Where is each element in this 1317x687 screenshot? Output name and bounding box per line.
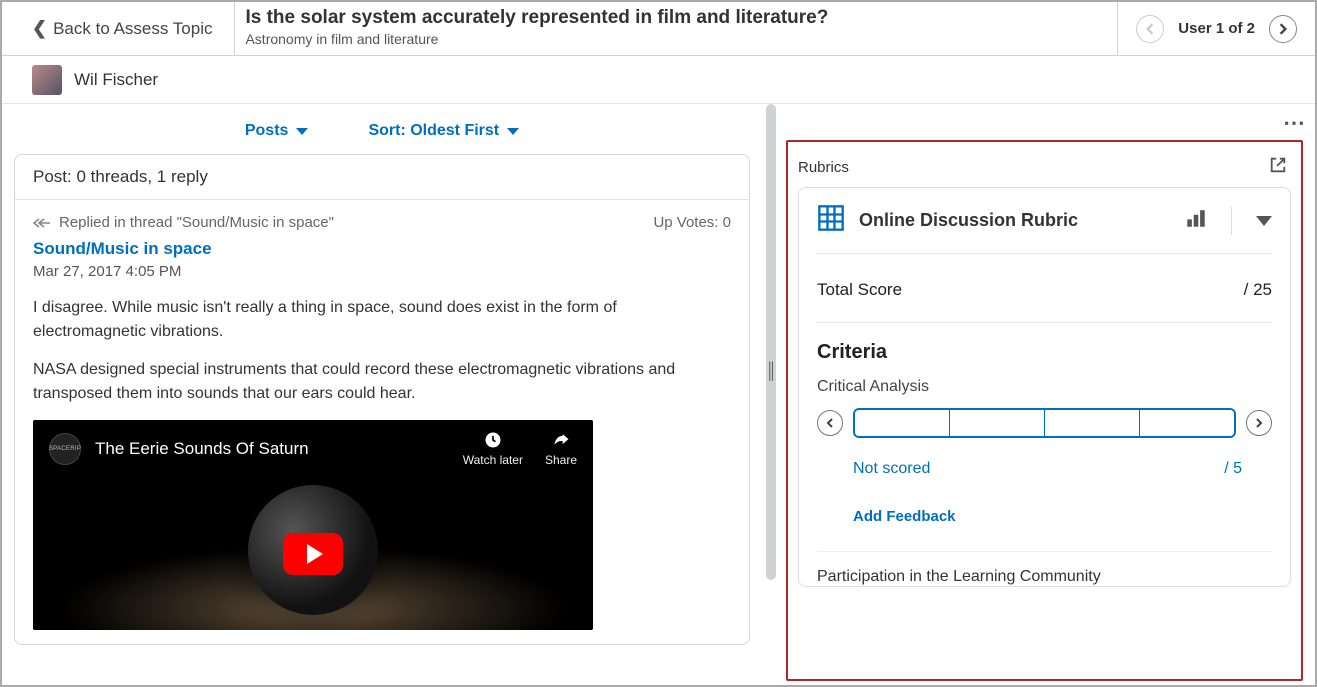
statistics-button[interactable] [1185, 207, 1207, 234]
prev-user-button[interactable] [1136, 15, 1164, 43]
back-to-assess-topic-link[interactable]: ❮ Back to Assess Topic [2, 2, 234, 55]
total-score-row: Total Score / 25 [817, 254, 1272, 323]
clock-icon [483, 430, 503, 450]
posts-filter-dropdown[interactable]: Posts [245, 122, 309, 140]
avatar [32, 65, 62, 95]
chevron-down-icon [507, 128, 519, 135]
criterion-out-of: / 5 [1224, 460, 1242, 478]
topic-subtitle: Astronomy in film and literature [245, 31, 1107, 47]
rubric-card: Online Discussion Rubric Total Score / 2… [798, 187, 1291, 587]
total-score-value: / 25 [1244, 280, 1272, 300]
share-button[interactable]: Share [545, 430, 577, 467]
assessment-pane: ⋯ Rubrics Online Discussion Rubric [780, 104, 1315, 685]
reply-thread-indicator: Replied in thread "Sound/Music in space" [33, 214, 334, 231]
watch-later-button[interactable]: Watch later [463, 430, 523, 467]
not-scored-label[interactable]: Not scored [853, 460, 930, 478]
channel-logo: SPACERIP [49, 433, 81, 465]
rubric-grid-icon [817, 204, 845, 237]
prev-level-button[interactable] [817, 410, 843, 436]
chevron-left-icon [1144, 23, 1156, 35]
next-user-button[interactable] [1269, 15, 1297, 43]
reply-thread-text: Replied in thread "Sound/Music in space" [59, 214, 334, 231]
score-level-selector [853, 408, 1236, 438]
upvote-count: Up Votes: 0 [653, 214, 731, 231]
share-icon [551, 430, 571, 450]
criterion-label: Participation in the Learning Community [817, 551, 1272, 586]
play-button[interactable] [283, 533, 343, 575]
post-summary: Post: 0 threads, 1 reply [15, 155, 749, 200]
post-paragraph: NASA designed special instruments that c… [33, 358, 731, 406]
bar-chart-icon [1185, 207, 1207, 229]
total-score-label: Total Score [817, 280, 902, 300]
criterion-label: Critical Analysis [817, 378, 1272, 396]
next-level-button[interactable] [1246, 410, 1272, 436]
criteria-heading: Criteria [817, 323, 1272, 378]
post-paragraph: I disagree. While music isn't really a t… [33, 296, 731, 344]
post-date: Mar 27, 2017 4:05 PM [33, 263, 731, 280]
more-actions-button[interactable]: ⋯ [1283, 110, 1307, 136]
score-selector-row [817, 408, 1272, 438]
rubrics-panel: Rubrics Online Discussion Rubric [786, 140, 1303, 681]
filter-bar: Posts Sort: Oldest First [10, 104, 754, 154]
user-pagination: User 1 of 2 [1117, 2, 1315, 55]
collapse-toggle[interactable] [1256, 216, 1272, 226]
popout-icon [1269, 156, 1287, 174]
score-level[interactable] [950, 410, 1045, 436]
score-level[interactable] [855, 410, 950, 436]
sort-label: Sort: Oldest First [368, 122, 499, 140]
rubrics-section-label: Rubrics [798, 159, 849, 176]
posts-pane: Posts Sort: Oldest First Post: 0 threads… [2, 104, 762, 685]
rubric-title: Online Discussion Rubric [859, 210, 1171, 231]
user-nav-label: User 1 of 2 [1178, 20, 1255, 37]
popout-button[interactable] [1269, 156, 1287, 179]
chevron-left-icon [825, 418, 835, 428]
embedded-video[interactable]: SPACERIP The Eerie Sounds Of Saturn Watc… [33, 420, 593, 630]
chevron-right-icon [1254, 418, 1264, 428]
divider [1231, 207, 1232, 235]
reply-icon [33, 217, 53, 229]
post-body: Replied in thread "Sound/Music in space"… [15, 200, 749, 644]
drag-handle-icon: ║ [762, 354, 780, 390]
chevron-down-icon [296, 128, 308, 135]
thread-title-link[interactable]: Sound/Music in space [33, 239, 212, 259]
criterion-score-line: Not scored / 5 [817, 460, 1272, 478]
chevron-right-icon [1277, 23, 1289, 35]
user-row: Wil Fischer [2, 56, 1315, 104]
posts-filter-label: Posts [245, 122, 289, 140]
sort-dropdown[interactable]: Sort: Oldest First [368, 122, 519, 140]
user-name: Wil Fischer [74, 70, 158, 90]
add-feedback-button[interactable]: Add Feedback [817, 502, 1272, 551]
topic-title: Is the solar system accurately represent… [245, 7, 1107, 29]
page-header: ❮ Back to Assess Topic Is the solar syst… [2, 2, 1315, 56]
topic-block: Is the solar system accurately represent… [234, 2, 1117, 55]
post-card: Post: 0 threads, 1 reply Replied in thre… [14, 154, 750, 645]
chevron-left-icon: ❮ [32, 18, 47, 39]
back-label: Back to Assess Topic [53, 19, 212, 39]
pane-divider[interactable]: ║ [762, 104, 780, 685]
score-level[interactable] [1140, 410, 1234, 436]
score-level[interactable] [1045, 410, 1140, 436]
split-layout: Posts Sort: Oldest First Post: 0 threads… [2, 104, 1315, 685]
video-title: The Eerie Sounds Of Saturn [95, 439, 309, 459]
